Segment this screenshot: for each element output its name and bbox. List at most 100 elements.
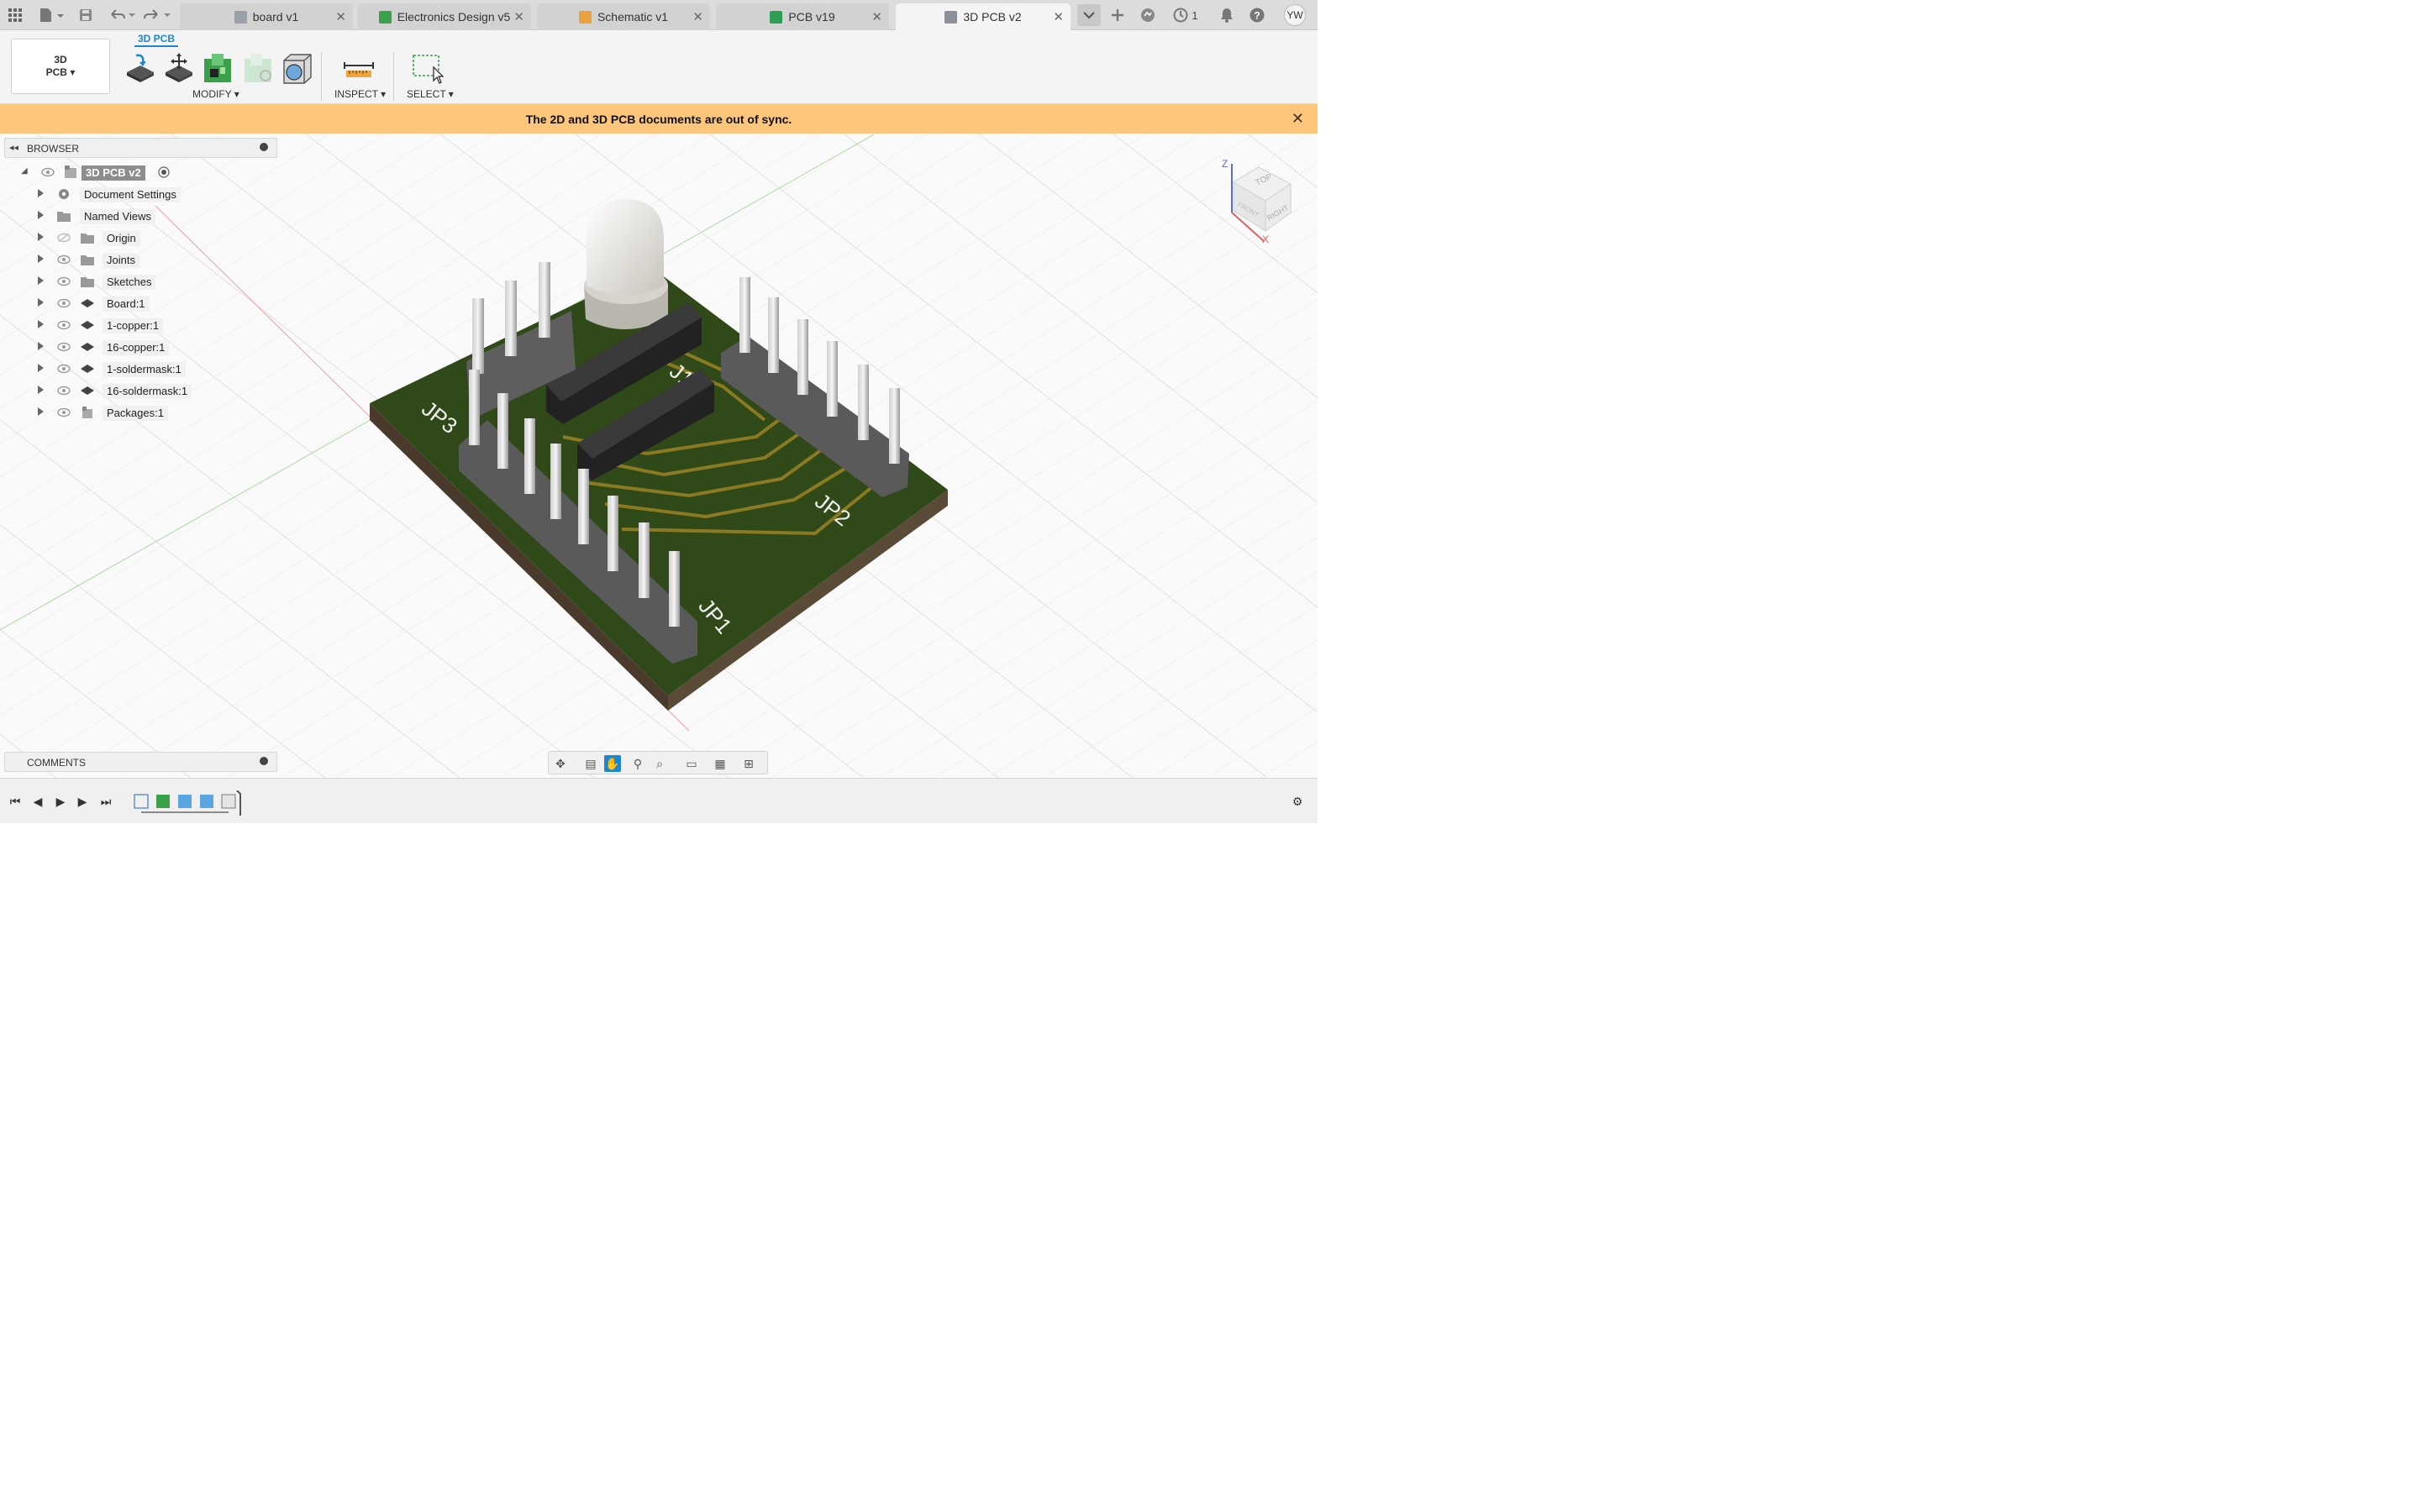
tree-item[interactable]: Board:1	[4, 294, 277, 312]
tab-3d-pcb-v2[interactable]: 3D PCB v2 ✕	[896, 3, 1071, 30]
fit-zoom-icon[interactable]: ⌕	[651, 755, 668, 772]
tree-item[interactable]: 16-copper:1	[4, 338, 277, 356]
help-icon[interactable]: ?	[1249, 7, 1265, 24]
hidden-eye-icon[interactable]	[57, 233, 71, 243]
tree-item[interactable]: Named Views	[4, 207, 277, 225]
inspect-menu[interactable]: INSPECT ▾	[334, 88, 386, 100]
expand-arrow-icon[interactable]	[38, 407, 44, 416]
tree-item-label[interactable]: 1-copper:1	[103, 318, 164, 333]
comments-panel-header[interactable]: COMMENTS	[4, 752, 277, 772]
tree-item-label[interactable]: 16-copper:1	[103, 340, 170, 355]
panel-options-icon[interactable]	[260, 143, 268, 151]
visibility-eye-icon[interactable]	[57, 342, 71, 352]
expand-arrow-icon[interactable]	[38, 276, 44, 285]
redo-icon[interactable]	[143, 7, 171, 24]
grid-settings-icon[interactable]: ▦	[712, 755, 729, 772]
banner-close-icon[interactable]: ✕	[1292, 110, 1304, 128]
expand-toggle[interactable]: ◢	[21, 166, 28, 176]
tree-item-label[interactable]: Board:1	[103, 297, 150, 312]
workspace-tab-3d-pcb[interactable]: 3D PCB	[138, 33, 175, 45]
visibility-eye-icon[interactable]	[41, 167, 55, 177]
extensions-icon[interactable]	[1139, 7, 1156, 24]
pan-hand-icon[interactable]: ✋	[604, 755, 621, 772]
close-icon[interactable]: ✕	[871, 9, 882, 24]
expand-arrow-icon[interactable]	[38, 320, 44, 328]
move-component-icon[interactable]	[163, 52, 195, 84]
tree-item[interactable]: Sketches	[4, 272, 277, 291]
tab-schematic-v1[interactable]: Schematic v1 ✕	[537, 3, 710, 30]
tree-root[interactable]: ◢ 3D PCB v2	[4, 163, 277, 181]
save-icon[interactable]	[77, 7, 94, 24]
update-package-icon[interactable]	[202, 52, 234, 84]
measure-icon[interactable]	[343, 52, 375, 84]
play-icon[interactable]: ▶	[52, 793, 69, 810]
app-grid-icon[interactable]	[7, 7, 24, 24]
visibility-eye-icon[interactable]	[57, 255, 71, 265]
tab-pcb-v19[interactable]: PCB v19 ✕	[716, 3, 889, 30]
select-window-icon[interactable]	[412, 52, 445, 84]
tree-item[interactable]: Document Settings	[4, 185, 277, 203]
go-to-end-icon[interactable]: ⏭	[97, 793, 114, 810]
timeline-settings-gear-icon[interactable]: ⚙	[1289, 793, 1306, 810]
led-component[interactable]	[584, 199, 668, 330]
visibility-eye-icon[interactable]	[57, 298, 71, 308]
look-at-icon[interactable]: ▤	[582, 755, 599, 772]
user-avatar[interactable]: YW	[1284, 4, 1306, 26]
close-icon[interactable]: ✕	[1053, 9, 1064, 24]
tree-item[interactable]: 1-soldermask:1	[4, 360, 277, 378]
expand-arrow-icon[interactable]	[38, 386, 44, 394]
workspace-switcher[interactable]: 3D PCB ▾	[11, 39, 110, 94]
expand-arrow-icon[interactable]	[38, 211, 44, 219]
tree-item-label[interactable]: Origin	[103, 231, 140, 246]
tree-root-label[interactable]: 3D PCB v2	[82, 165, 145, 181]
add-comment-icon[interactable]	[260, 757, 268, 765]
tree-item[interactable]: Packages:1	[4, 403, 277, 422]
push-to-2d-icon[interactable]	[124, 52, 156, 84]
go-to-start-icon[interactable]: ⏮	[7, 793, 24, 810]
close-icon[interactable]: ✕	[692, 9, 703, 24]
tree-item[interactable]: 16-soldermask:1	[4, 381, 277, 400]
collapse-panel-icon[interactable]: ◂◂	[9, 142, 18, 153]
visibility-eye-icon[interactable]	[57, 276, 71, 286]
timeline-features[interactable]	[131, 790, 249, 816]
expand-arrow-icon[interactable]	[38, 233, 44, 241]
notifications-bell-icon[interactable]	[1218, 7, 1235, 24]
select-menu[interactable]: SELECT ▾	[407, 88, 454, 100]
expand-arrow-icon[interactable]	[38, 342, 44, 350]
tree-item[interactable]: Origin	[4, 228, 277, 247]
expand-arrow-icon[interactable]	[38, 189, 44, 197]
expand-arrow-icon[interactable]	[38, 255, 44, 263]
manage-links-icon[interactable]	[242, 52, 274, 84]
modify-menu[interactable]: MODIFY ▾	[192, 88, 239, 100]
expand-arrow-icon[interactable]	[38, 298, 44, 307]
appearance-icon[interactable]	[281, 52, 313, 84]
tree-item[interactable]: 1-copper:1	[4, 316, 277, 334]
browser-panel-header[interactable]: ◂◂ BROWSER	[4, 138, 277, 158]
tree-item-label[interactable]: Document Settings	[80, 187, 181, 202]
visibility-eye-icon[interactable]	[57, 320, 71, 330]
close-icon[interactable]: ✕	[335, 9, 346, 24]
tree-item[interactable]: Joints	[4, 250, 277, 269]
tab-electronics-design-v5[interactable]: Electronics Design v5 ✕	[358, 3, 531, 30]
expand-arrow-icon[interactable]	[38, 364, 44, 372]
visibility-eye-icon[interactable]	[57, 386, 71, 396]
tree-item-label[interactable]: Packages:1	[103, 406, 168, 421]
tab-board-v1[interactable]: board v1 ✕	[180, 3, 353, 30]
tree-item-label[interactable]: Sketches	[103, 275, 156, 290]
viewports-icon[interactable]: ⊞	[740, 755, 757, 772]
orbit-icon[interactable]: ✥	[552, 755, 569, 772]
tree-item-label[interactable]: 16-soldermask:1	[103, 384, 192, 399]
visibility-eye-icon[interactable]	[57, 364, 71, 374]
zoom-icon[interactable]: ⚲	[629, 755, 646, 772]
tree-item-label[interactable]: Joints	[103, 253, 139, 268]
step-back-icon[interactable]: ◀	[29, 793, 46, 810]
tree-item-label[interactable]: 1-soldermask:1	[103, 362, 186, 377]
visibility-eye-icon[interactable]	[57, 407, 71, 417]
undo-icon[interactable]	[108, 7, 136, 24]
view-cube[interactable]: Z X TOP FRONT RIGHT	[1217, 157, 1309, 249]
job-status-icon[interactable]: 1	[1171, 7, 1200, 24]
file-menu-icon[interactable]	[37, 7, 66, 24]
tab-overflow-icon[interactable]	[1077, 4, 1101, 26]
close-icon[interactable]: ✕	[513, 9, 524, 24]
tree-item-label[interactable]: Named Views	[80, 209, 155, 224]
